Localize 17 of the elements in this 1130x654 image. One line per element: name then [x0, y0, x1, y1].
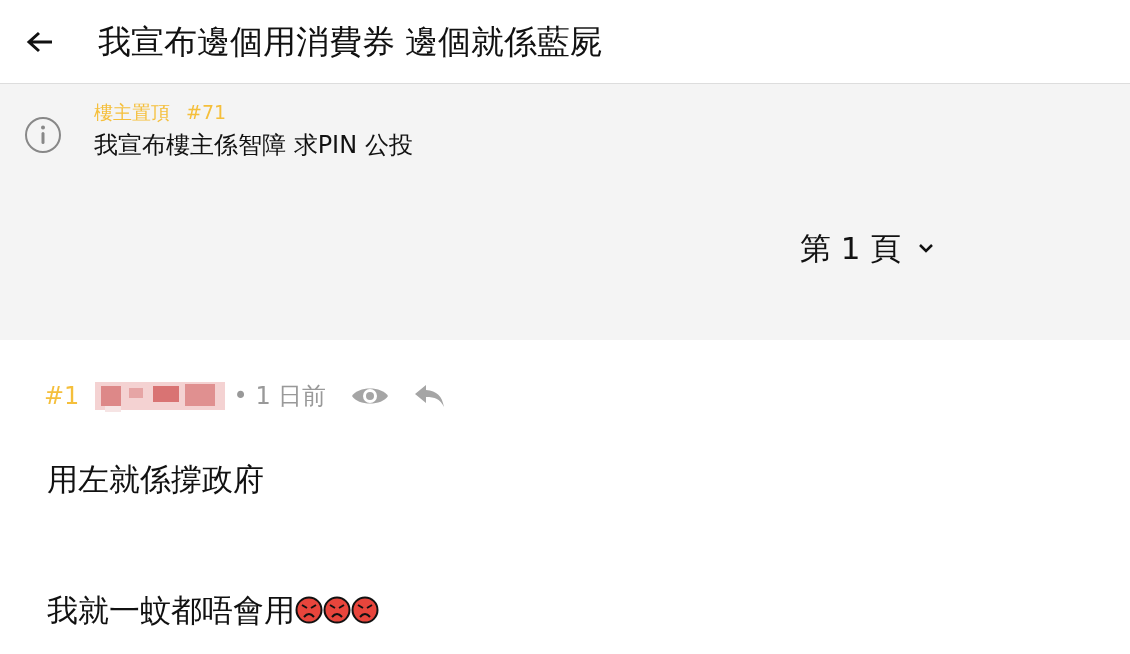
back-arrow-icon[interactable]: [26, 29, 54, 54]
post-text: 用左就係撐政府: [46, 460, 264, 499]
separator: •: [233, 381, 248, 412]
reply-icon[interactable]: [414, 383, 447, 409]
chevron-down-icon: [917, 241, 936, 254]
post-time: 1 日前: [255, 381, 327, 412]
page-selector[interactable]: 第 1 頁: [800, 224, 936, 271]
info-icon: [24, 116, 62, 154]
post-number: #71: [186, 100, 227, 125]
angry-face-icon: [295, 595, 323, 624]
pinned-label: 樓主置頂: [94, 100, 170, 125]
angry-face-icon: [323, 595, 351, 624]
post-number: #1: [44, 381, 80, 412]
pinned-message: 我宣布樓主係智障 求PIN 公投: [94, 129, 413, 161]
thread-title: 我宣布邊個用消費券 邊個就係藍屍: [98, 20, 604, 63]
angry-face-icon: [351, 595, 379, 624]
post-text: 我就一蚊都唔會用: [46, 590, 295, 630]
